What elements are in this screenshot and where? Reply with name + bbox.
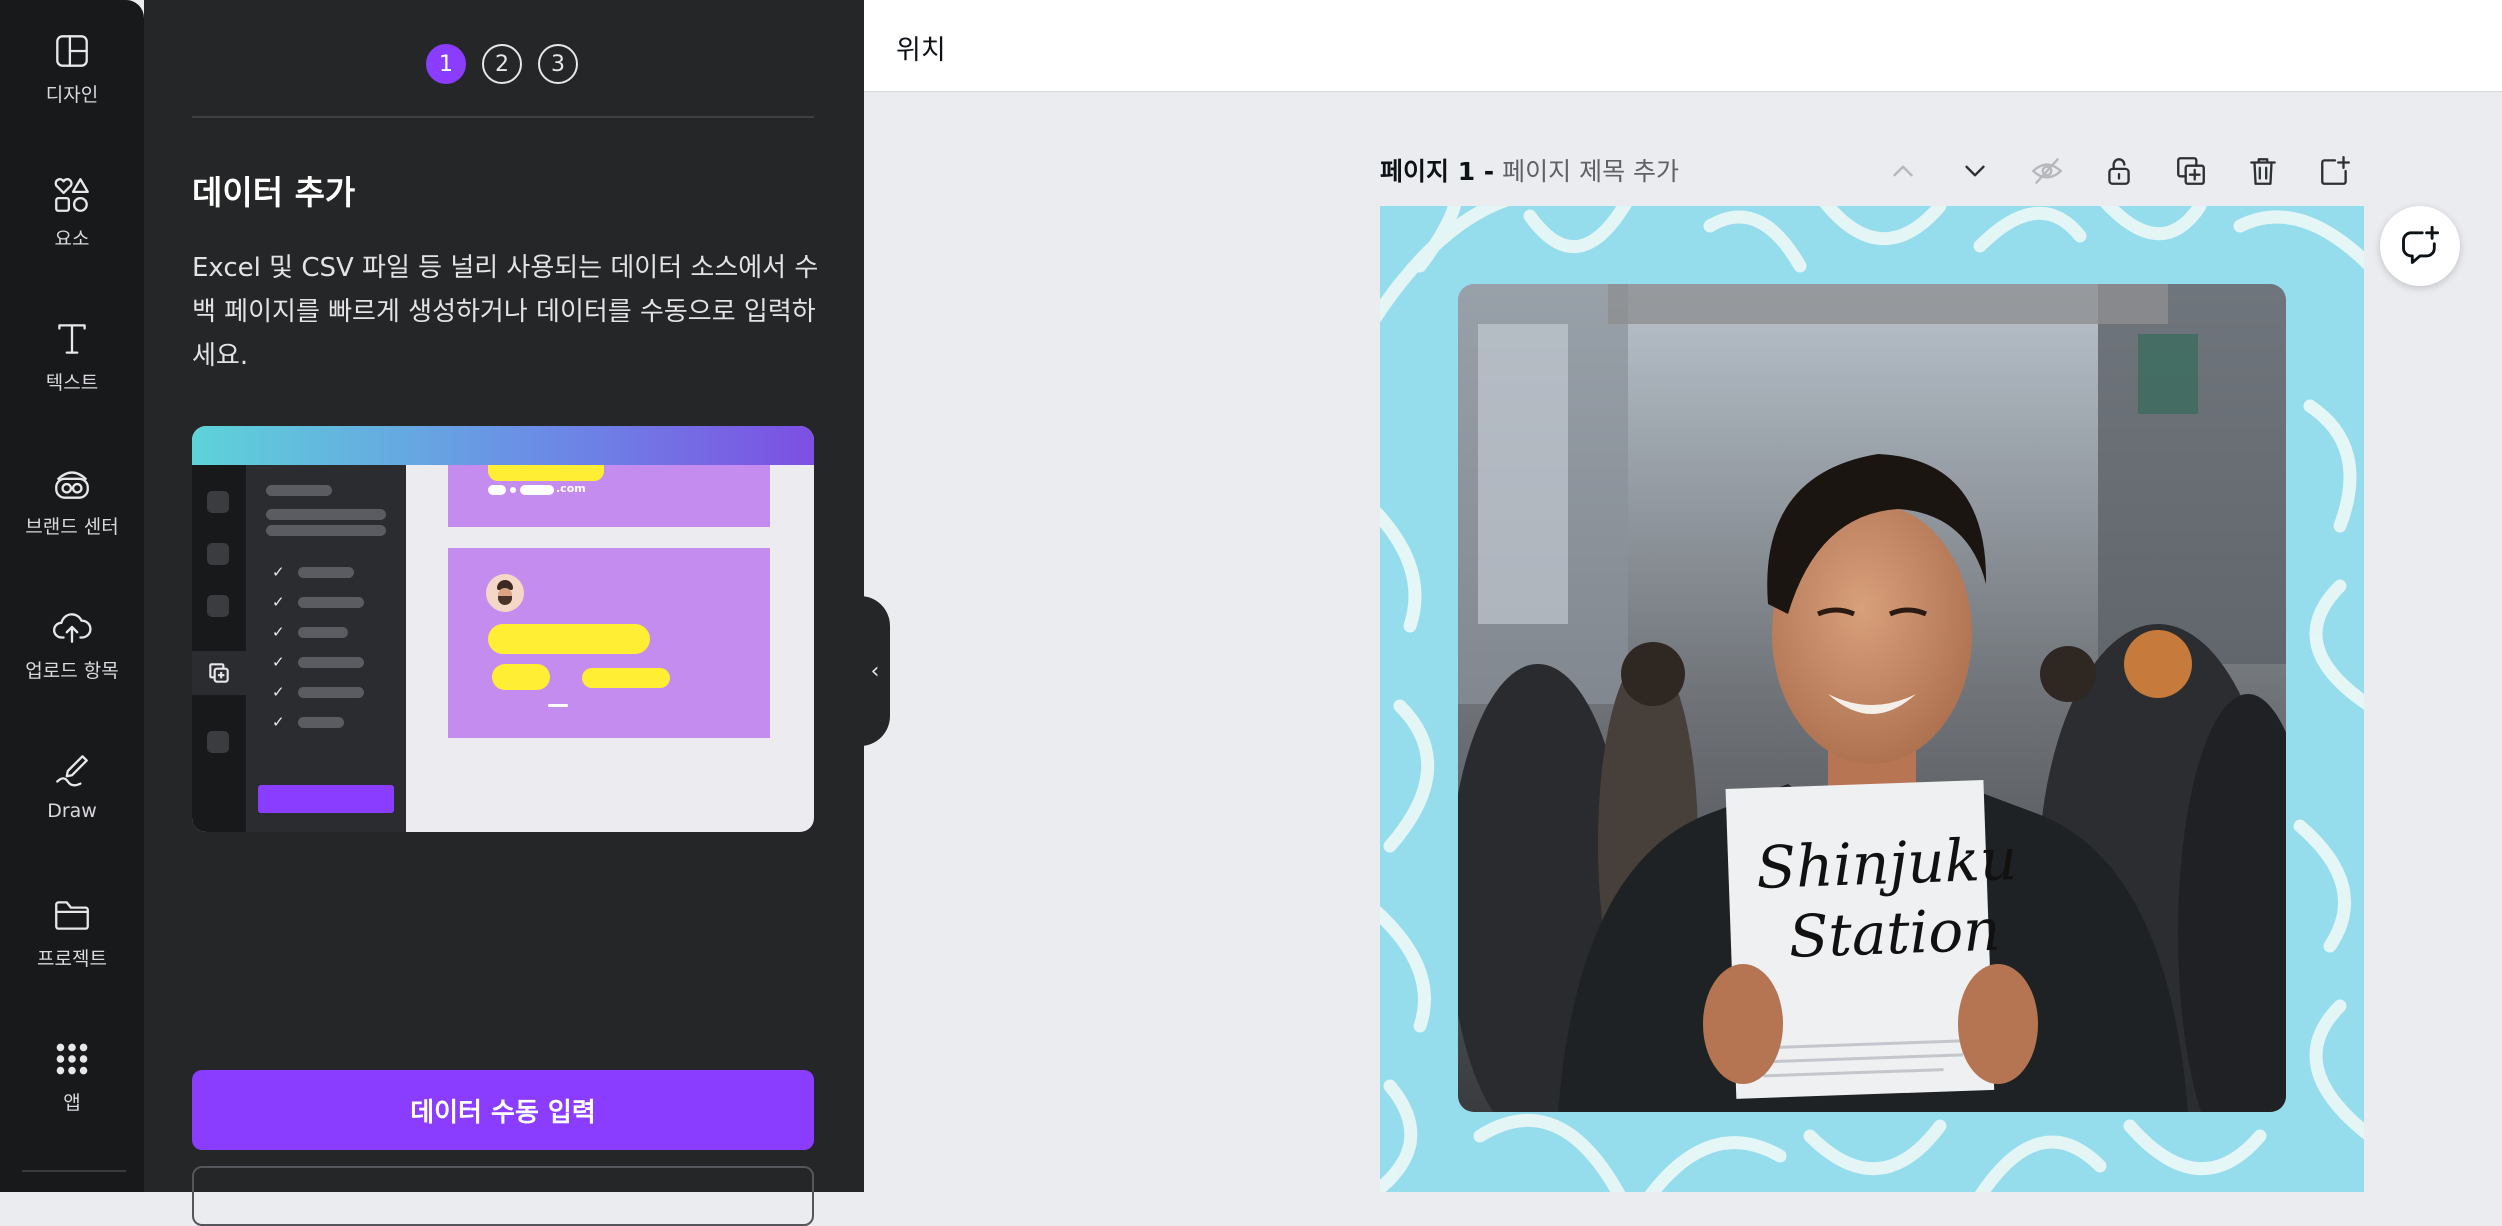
sidebar-item-uploads[interactable]: 업로드 항목 [0,606,144,726]
duplicate-icon [2177,157,2205,185]
sidebar-item-label: 브랜드 센터 [25,516,119,538]
hide-icon [2032,158,2062,184]
move-page-up-button[interactable] [1880,148,1926,194]
lock-page-button[interactable] [2096,148,2142,194]
folder-icon [55,901,89,930]
design-page[interactable]: Shinjuku Station [1380,206,2364,1192]
add-page-button[interactable] [2312,148,2358,194]
sign-text-line1: Shinjuku [1755,825,2018,902]
portrait-photo[interactable]: Shinjuku Station [1458,284,2286,1112]
sidebar-item-label: 앱 [63,1092,81,1114]
sidebar-item-apps[interactable]: 앱 [0,1038,144,1158]
bulk-create-panel: 1 2 3 데이터 추가 Excel 및 CSV 파일 등 널리 사용되는 데이… [144,0,864,1226]
manual-data-entry-button[interactable]: 데이터 수동 입력 [192,1070,814,1150]
text-icon [58,324,86,354]
sidebar-item-text[interactable]: 텍스트 [0,318,144,438]
add-comment-button[interactable] [2380,206,2460,286]
photo-image: Shinjuku Station [1458,284,2286,1112]
duplicate-page-button[interactable] [2168,148,2214,194]
chevron-down-icon [1965,165,1985,177]
sidebar-item-label: 텍스트 [45,372,99,394]
illustration-email-suffix: .com [556,482,586,495]
sidebar-item-label: Draw [47,800,97,822]
chevron-up-icon [1893,165,1913,177]
step-2[interactable]: 2 [482,44,522,84]
sidebar-item-design[interactable]: 디자인 [0,30,144,150]
sidebar-item-brand[interactable]: 브랜드 센터 [0,462,144,582]
sidebar-item-label: 디자인 [45,84,99,106]
bulk-create-illustration: ✓ ✓ ✓ ✓ ✓ ✓ .com [192,426,814,832]
page-number-label: 페이지 1 - [1380,157,1495,186]
apps-grid-icon [56,1043,88,1075]
sidebar-item-draw[interactable]: Draw [0,750,144,870]
chevron-left-icon: ‹ [870,658,880,684]
lock-icon [2108,158,2130,185]
move-page-down-button[interactable] [1952,148,1998,194]
sidebar-item-label: 업로드 항목 [25,660,119,682]
panel-title: 데이터 추가 [192,173,356,212]
cloud-upload-icon [53,613,92,643]
sidebar-item-label: 프로젝트 [37,948,107,970]
top-bar: 위치 [864,0,2502,92]
sidebar-item-elements[interactable]: 요소 [0,174,144,294]
layout-icon [56,35,88,67]
panel-description: Excel 및 CSV 파일 등 널리 사용되는 데이터 소스에서 수백 페이지… [192,253,819,371]
upload-data-button[interactable] [192,1166,814,1226]
illustration-rail [192,465,246,832]
illustration-card: .com [448,465,770,527]
sign-text-line2: Station [1788,896,2002,971]
bulk-create-icon [192,651,246,695]
page-title-input[interactable]: 페이지 제목 추가 [1502,157,1679,186]
sidebar-item-label: 요소 [54,228,90,250]
page-toolbar [1880,148,2358,194]
add-page-icon [2321,156,2350,185]
step-1[interactable]: 1 [426,44,466,84]
illustration-gradient-bar [192,426,814,465]
shapes-icon [54,178,89,212]
step-indicator: 1 2 3 [426,44,578,84]
avatar [486,574,524,612]
divider [192,116,814,118]
brand-icon [55,471,89,499]
illustration-card [448,548,770,738]
illustration-side-panel: ✓ ✓ ✓ ✓ ✓ ✓ [246,465,406,832]
draw-icon [56,755,88,787]
hide-page-button[interactable] [2024,148,2070,194]
collapse-panel-button[interactable]: ‹ [860,596,890,746]
page-title[interactable]: 페이지 1 - 페이지 제목 추가 [1380,152,1679,188]
delete-page-button[interactable] [2240,148,2286,194]
illustration-button [258,785,394,813]
sidebar-item-projects[interactable]: 프로젝트 [0,894,144,1014]
add-comment-icon [2402,225,2440,264]
left-nav-rail: 디자인 요소 텍스트 브랜드 센터 업로드 항목 Draw 프로젝트 앱 [0,0,144,1192]
step-3[interactable]: 3 [538,44,578,84]
divider [22,1170,126,1172]
trash-icon [2250,158,2276,185]
position-title: 위치 [896,35,946,66]
